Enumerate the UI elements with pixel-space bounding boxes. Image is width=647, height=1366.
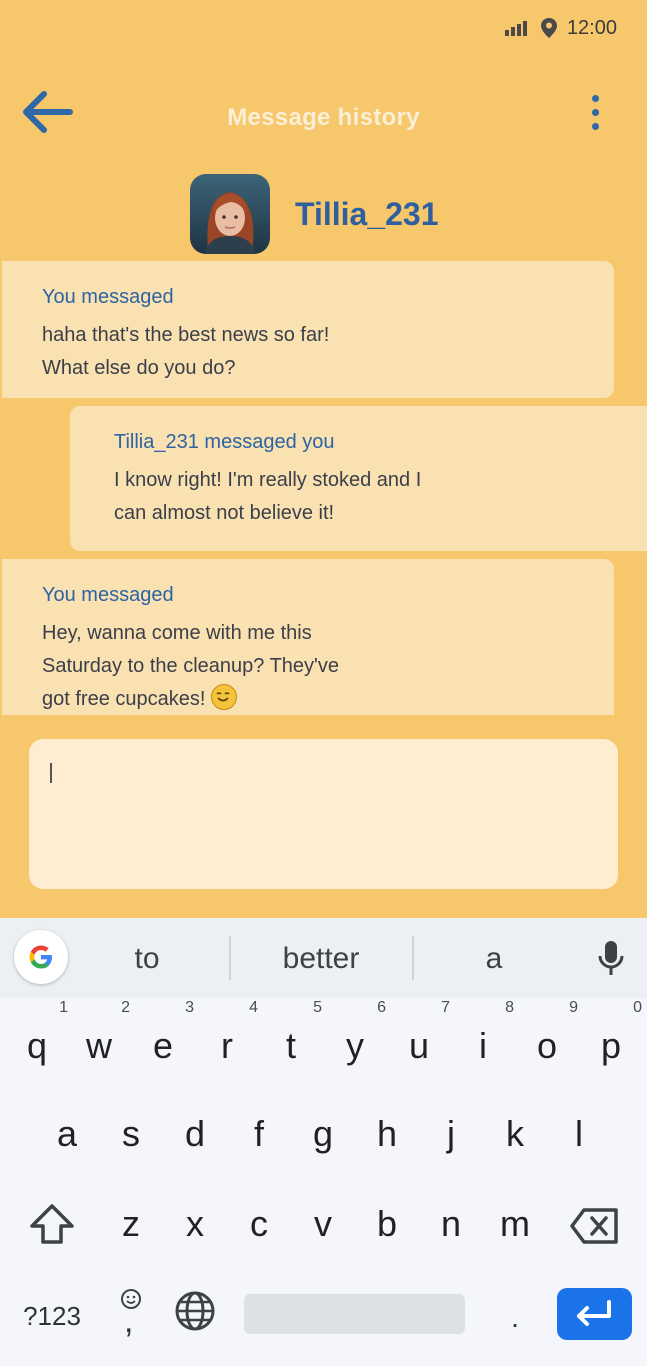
suggestion-divider — [229, 936, 231, 980]
key-q[interactable]: q1 — [8, 1000, 68, 1076]
key-b[interactable]: b — [358, 1194, 416, 1254]
key-j[interactable]: j — [422, 1104, 480, 1164]
status-bar: 12:00 — [0, 0, 647, 56]
location-pin-icon — [541, 18, 557, 38]
language-key[interactable] — [172, 1290, 218, 1336]
key-l[interactable]: l — [550, 1104, 608, 1164]
more-vertical-icon — [592, 95, 599, 102]
key-label: t — [285, 1025, 296, 1066]
key-h[interactable]: h — [358, 1104, 416, 1164]
signal-icon — [505, 21, 527, 36]
key-hint-number: 3 — [185, 999, 194, 1016]
page-title: Message history — [227, 104, 420, 131]
key-w[interactable]: w2 — [70, 1000, 130, 1076]
suggestion-item[interactable]: a — [409, 942, 579, 976]
enter-key[interactable] — [557, 1288, 632, 1340]
message-sender-label: You messaged — [42, 584, 174, 606]
more-options-button[interactable] — [582, 92, 610, 132]
message-outgoing[interactable]: You messaged haha that's the best news s… — [2, 261, 614, 398]
key-g[interactable]: g — [294, 1104, 352, 1164]
on-screen-keyboard: to better a q1w2e3r4t5y6u7i8o9p0 asdfghj… — [0, 918, 647, 1366]
key-hint-number: 5 — [313, 999, 322, 1016]
key-label: y — [346, 1025, 364, 1066]
message-text: haha that's the best news so far! What e… — [42, 324, 330, 379]
smiling-face-emoji-icon — [211, 684, 237, 710]
message-outgoing[interactable]: You messaged Hey, wanna come with me thi… — [2, 559, 614, 715]
shift-key[interactable] — [26, 1202, 78, 1252]
key-hint-number: 2 — [121, 999, 130, 1016]
contact-username[interactable]: Tillia_231 — [295, 196, 439, 233]
avatar-photo — [190, 174, 270, 254]
key-u[interactable]: u7 — [390, 1000, 450, 1076]
key-k[interactable]: k — [486, 1104, 544, 1164]
key-t[interactable]: t5 — [262, 1000, 322, 1076]
message-input[interactable] — [29, 739, 618, 889]
key-s[interactable]: s — [102, 1104, 160, 1164]
suggestion-item[interactable]: better — [236, 942, 406, 976]
period-key[interactable]: . — [500, 1302, 530, 1342]
key-n[interactable]: n — [422, 1194, 480, 1254]
space-key[interactable] — [244, 1294, 465, 1334]
key-f[interactable]: f — [230, 1104, 288, 1164]
comma-label: , — [124, 1302, 134, 1340]
key-hint-number: 0 — [633, 999, 642, 1016]
key-e[interactable]: e3 — [134, 1000, 194, 1076]
key-m[interactable]: m — [486, 1194, 544, 1254]
message-sender-label: You messaged — [42, 286, 174, 308]
shift-icon — [30, 1204, 74, 1244]
key-label: w — [86, 1025, 112, 1066]
enter-icon — [577, 1300, 611, 1326]
emoji-comma-key[interactable]: , — [114, 1286, 148, 1342]
key-label: p — [600, 1025, 622, 1066]
key-hint-number: 4 — [249, 999, 258, 1016]
message-text: I know right! I'm really stoked and I ca… — [114, 469, 422, 524]
symbols-key[interactable]: ?123 — [14, 1296, 90, 1336]
suggestion-bar: to better a — [0, 918, 647, 998]
message-list[interactable]: You messaged haha that's the best news s… — [0, 258, 647, 715]
key-label: r — [221, 1025, 233, 1066]
backspace-key[interactable] — [568, 1206, 622, 1250]
message-sender-label: Tillia_231 messaged you — [114, 431, 335, 453]
key-z[interactable]: z — [102, 1194, 160, 1254]
key-c[interactable]: c — [230, 1194, 288, 1254]
key-a[interactable]: a — [38, 1104, 96, 1164]
key-label: u — [408, 1025, 430, 1066]
message-incoming[interactable]: Tillia_231 messaged you I know right! I'… — [70, 406, 647, 551]
backspace-icon — [570, 1208, 618, 1244]
key-hint-number: 8 — [505, 999, 514, 1016]
key-x[interactable]: x — [166, 1194, 224, 1254]
key-label: e — [152, 1025, 174, 1066]
key-i[interactable]: i8 — [454, 1000, 514, 1076]
chat-screen: 12:00 Message history Tillia_231 You mes… — [0, 0, 647, 1366]
key-y[interactable]: y6 — [326, 1000, 386, 1076]
key-label: o — [536, 1025, 558, 1066]
key-v[interactable]: v — [294, 1194, 352, 1254]
microphone-icon[interactable] — [596, 940, 626, 976]
key-hint-number: 7 — [441, 999, 450, 1016]
key-r[interactable]: r4 — [198, 1000, 258, 1076]
key-hint-number: 1 — [59, 999, 68, 1016]
key-hint-number: 6 — [377, 999, 386, 1016]
globe-icon — [175, 1291, 215, 1331]
google-logo-icon[interactable] — [14, 930, 68, 984]
message-text: Hey, wanna come with me this Saturday to… — [42, 622, 339, 710]
status-time: 12:00 — [566, 17, 617, 39]
key-label: q — [26, 1025, 48, 1066]
key-p[interactable]: p0 — [582, 1000, 642, 1076]
text-cursor — [50, 763, 52, 783]
suggestion-item[interactable]: to — [62, 942, 232, 976]
key-label: i — [479, 1025, 487, 1066]
key-d[interactable]: d — [166, 1104, 224, 1164]
key-o[interactable]: o9 — [518, 1000, 578, 1076]
avatar[interactable] — [190, 174, 270, 254]
key-hint-number: 9 — [569, 999, 578, 1016]
